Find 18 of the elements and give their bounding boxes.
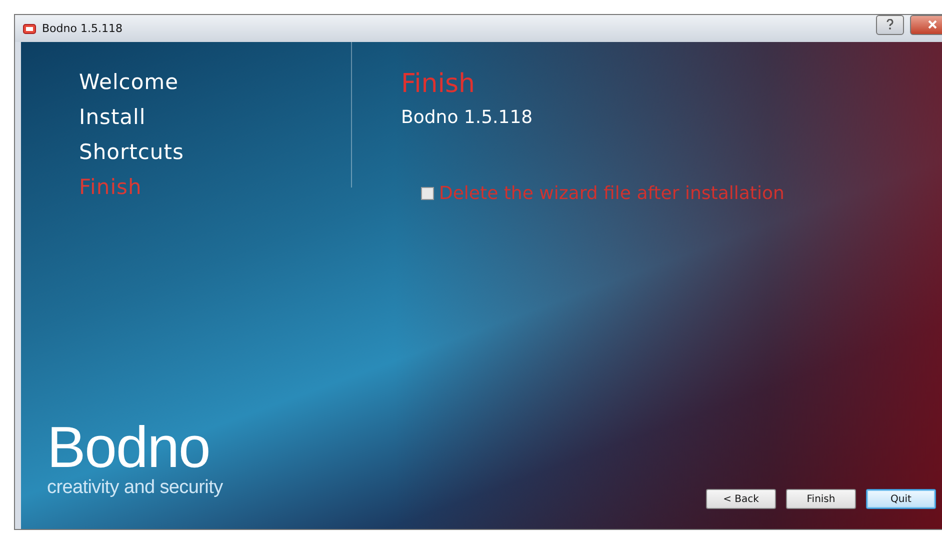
wizard-step: Shortcuts xyxy=(79,140,351,164)
close-icon xyxy=(928,20,936,29)
help-button[interactable] xyxy=(876,14,904,34)
logo-wordmark: Bodno xyxy=(47,419,210,477)
app-icon xyxy=(23,24,36,34)
wizard-step: Install xyxy=(79,105,351,129)
logo-tagline: creativity and security xyxy=(47,477,223,499)
wizard-button[interactable]: Finish xyxy=(786,489,856,509)
window-title: Bodno 1.5.118 xyxy=(42,22,124,35)
wizard-button[interactable]: < Back xyxy=(706,489,776,509)
wizard-step: Welcome xyxy=(79,70,351,94)
page-subtitle: Bodno 1.5.118 xyxy=(401,106,534,128)
page-title: Finish xyxy=(401,70,476,99)
wizard-button[interactable]: Quit xyxy=(866,489,936,509)
delete-wizard-checkbox[interactable] xyxy=(421,186,434,200)
wizard-step: Finish xyxy=(79,175,351,199)
close-button[interactable] xyxy=(910,14,942,34)
help-icon xyxy=(886,19,894,30)
